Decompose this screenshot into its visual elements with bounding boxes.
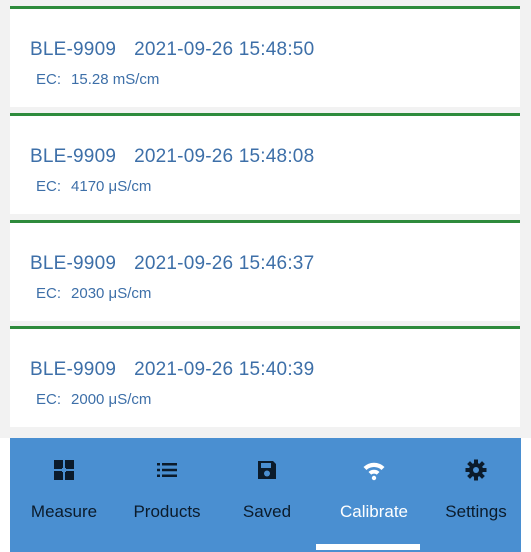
record-device: BLE-9909 [30,359,117,380]
record-card[interactable]: BLE-9909 2021-09-26 15:48:08 EC: 4170 μS/c… [10,113,520,214]
record-title: BLE-9909 2021-09-26 15:48:50 [30,39,314,61]
record-title: BLE-9909 2021-09-26 15:48:08 [30,146,314,168]
nav-item-products[interactable]: Products [114,438,220,552]
nav-label-measure: Measure [30,502,98,521]
wifi-signal-icon [363,462,385,481]
list-icon [157,463,177,477]
record-timestamp: 2021-09-26 15:48:08 [134,146,315,167]
record-param: EC: [36,285,62,302]
bottom-navigation-bar: Measure Products Saved Calibrate Setting… [0,438,531,552]
nav-label-saved: Saved [242,502,292,521]
record-value: 4170 μS/cm [71,178,152,195]
record-device: BLE-9909 [30,253,117,274]
record-reading: EC: 15.28 mS/cm [36,71,159,88]
record-value: 2000 μS/cm [71,391,152,408]
record-param: EC: [36,391,62,408]
record-value: 2030 μS/cm [71,285,152,302]
nav-item-saved[interactable]: Saved [216,438,318,552]
record-device: BLE-9909 [30,146,117,167]
app-screen: BLE-9909 2021-09-26 15:48:50 EC: 15.28 mS/… [0,0,531,552]
record-reading: EC: 2030 μS/cm [36,285,151,302]
nav-item-calibrate[interactable]: Calibrate [322,438,426,552]
active-tab-indicator [316,544,420,550]
record-timestamp: 2021-09-26 15:48:50 [134,39,315,60]
record-card[interactable]: BLE-9909 2021-09-26 15:46:37 EC: 2030 μS/c… [10,220,520,321]
record-title: BLE-9909 2021-09-26 15:40:39 [30,359,314,381]
record-value: 15.28 mS/cm [71,71,160,88]
record-reading: EC: 4170 μS/cm [36,178,151,195]
nav-item-measure[interactable]: Measure [16,438,112,552]
nav-label-settings: Settings [445,502,507,521]
records-list[interactable]: BLE-9909 2021-09-26 15:48:50 EC: 15.28 mS/… [0,0,531,438]
nav-label-products: Products [133,502,201,521]
gear-icon [465,459,487,481]
record-card[interactable]: BLE-9909 2021-09-26 15:40:39 EC: 2000 μS/c… [10,326,520,427]
measure-grid-icon [54,460,74,480]
save-disk-icon [258,461,276,479]
record-timestamp: 2021-09-26 15:40:39 [134,359,315,380]
record-card[interactable]: BLE-9909 2021-09-26 15:48:50 EC: 15.28 mS/… [10,6,520,107]
record-device: BLE-9909 [30,39,117,60]
record-timestamp: 2021-09-26 15:46:37 [134,253,315,274]
nav-item-settings[interactable]: Settings [426,438,526,552]
nav-label-calibrate: Calibrate [339,502,409,521]
record-param: EC: [36,71,62,88]
record-title: BLE-9909 2021-09-26 15:46:37 [30,253,314,275]
record-param: EC: [36,178,62,195]
record-reading: EC: 2000 μS/cm [36,391,151,408]
